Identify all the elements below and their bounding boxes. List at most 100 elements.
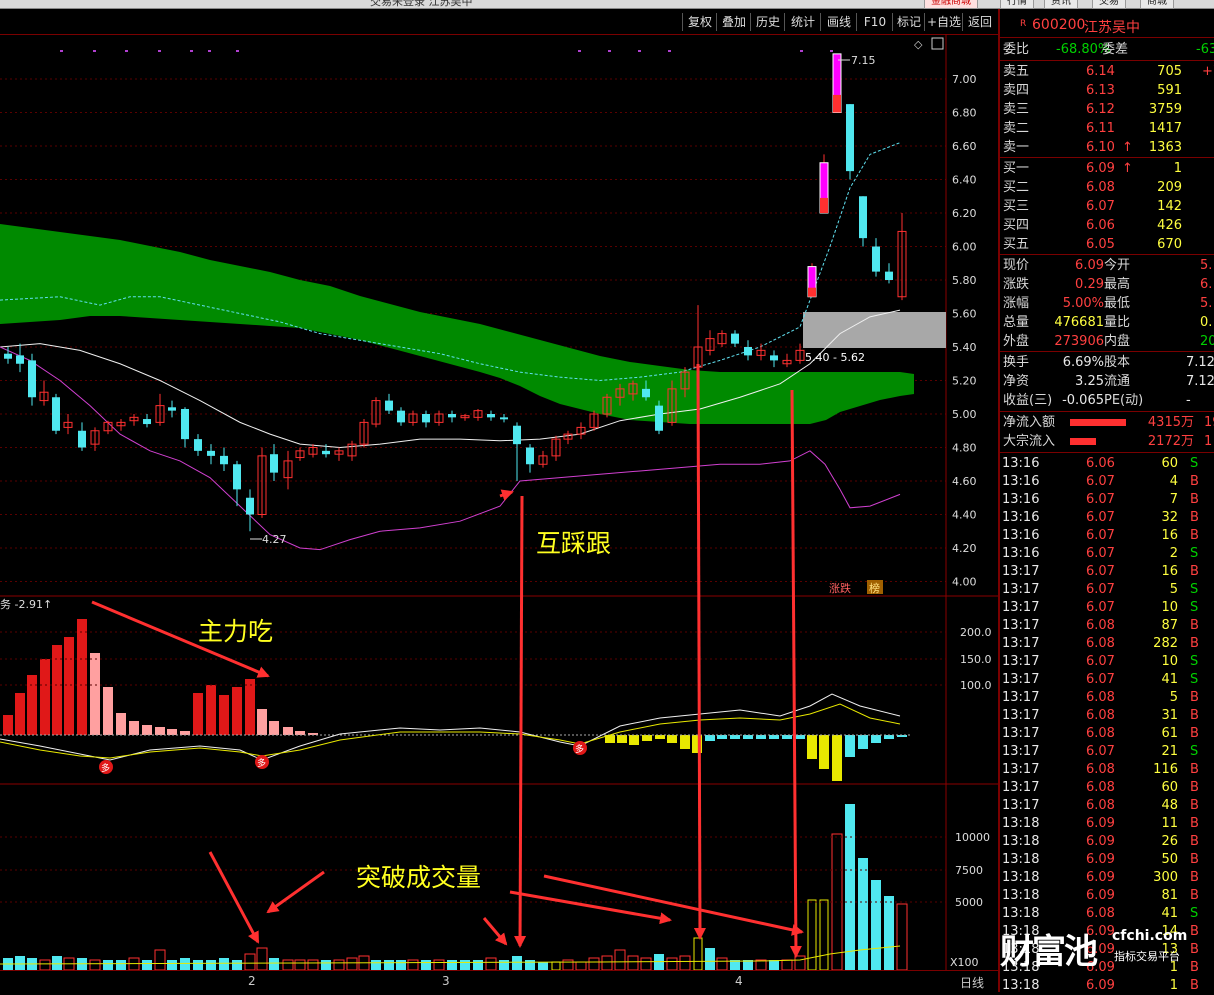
time-axis-bar: 2 3 4 日线 bbox=[0, 970, 998, 993]
toolbar-draw[interactable]: 画线 bbox=[820, 13, 857, 31]
tick-volume: 282 bbox=[1153, 636, 1178, 651]
duo-signal-label: 多 bbox=[575, 743, 584, 755]
stat-row: 收益(三) -0.065 PE(动) - bbox=[1000, 391, 1214, 410]
tick-volume: 50 bbox=[1161, 852, 1178, 867]
volume-bar-up bbox=[433, 959, 445, 970]
volume-bar-down bbox=[871, 880, 881, 970]
tick-volume: 10 bbox=[1161, 600, 1178, 615]
candle-limit-up-base bbox=[808, 287, 816, 297]
volume-bar-up bbox=[89, 959, 101, 970]
indicator-bar bbox=[705, 735, 715, 741]
tick-side: B bbox=[1190, 798, 1199, 813]
price-axis-label: 7.00 bbox=[952, 73, 977, 86]
tick-volume: 300 bbox=[1153, 870, 1178, 885]
volume-bar-up bbox=[640, 957, 652, 970]
kline-chart[interactable]: 多多多 7.006.806.606.406.206.005.805.605.40… bbox=[0, 34, 998, 970]
tick-time: 13:16 bbox=[1002, 528, 1040, 543]
tick-side: B bbox=[1190, 834, 1199, 849]
tick-price: 6.08 bbox=[1086, 762, 1115, 777]
ask-volume: 1363 bbox=[1148, 140, 1182, 155]
tick-volume: 31 bbox=[1161, 708, 1178, 723]
volume-bar-up bbox=[679, 955, 691, 970]
indicator-bar bbox=[680, 735, 690, 749]
tick-time: 13:18 bbox=[1002, 906, 1040, 921]
price-axis-label: 4.60 bbox=[952, 475, 977, 488]
ask-price: 6.13 bbox=[1086, 83, 1115, 98]
toolbar-diejia[interactable]: 叠加 bbox=[716, 13, 751, 31]
x-mark-3: 3 bbox=[442, 974, 450, 988]
toolbar-history[interactable]: 历史 bbox=[750, 13, 785, 31]
tick-price: 6.06 bbox=[1086, 456, 1115, 471]
bid-price: 6.06 bbox=[1086, 218, 1115, 233]
top-button-news[interactable]: 资讯 bbox=[1044, 0, 1078, 9]
toolbar-add-watch[interactable]: +自选 bbox=[924, 13, 963, 31]
stat-row: 总量 476681 量比 0. bbox=[1000, 313, 1214, 332]
ask-volume: 591 bbox=[1157, 83, 1182, 98]
top-button-quote[interactable]: 行情 bbox=[1000, 0, 1034, 9]
tick-side: B bbox=[1190, 636, 1199, 651]
tick-volume: 41 bbox=[1161, 672, 1178, 687]
ask-volume: 705 bbox=[1157, 64, 1182, 79]
toolbar-back[interactable]: 返回 bbox=[962, 13, 997, 31]
volume-bar-up bbox=[601, 955, 613, 970]
toolbar-mark[interactable]: 标记 bbox=[892, 13, 925, 31]
bid-price: 6.08 bbox=[1086, 180, 1115, 195]
price-axis-label: 5.80 bbox=[952, 274, 977, 287]
candle-down bbox=[385, 400, 393, 411]
volume-bar-down bbox=[219, 958, 229, 970]
stat-value: 7.12 bbox=[1186, 374, 1214, 389]
tick-row: 13:17 6.08 60 B bbox=[1000, 778, 1214, 797]
indicator-bar-red bbox=[142, 725, 152, 735]
price-axis-label: 6.60 bbox=[952, 140, 977, 153]
indicator-bar bbox=[795, 735, 805, 739]
volume-axis-label: 5000 bbox=[955, 896, 983, 909]
tick-row: 13:17 6.07 10 S bbox=[1000, 652, 1214, 671]
stat-row: 净资 3.25 流通 7.12 bbox=[1000, 372, 1214, 391]
bid-label: 买四 bbox=[1003, 218, 1030, 233]
stat-value: 6.69% bbox=[1062, 355, 1104, 370]
bid-label: 买二 bbox=[1003, 180, 1030, 195]
ask-tail: +7 bbox=[1202, 64, 1214, 79]
badge-zhangdie[interactable]: 涨跌 bbox=[829, 581, 851, 595]
volume-bar-down bbox=[103, 960, 113, 970]
candle-down bbox=[770, 355, 778, 361]
high-label: 7.15 bbox=[851, 54, 876, 67]
candle-down bbox=[78, 430, 86, 448]
stat-value: 273906 bbox=[1054, 334, 1104, 349]
stat-value: 2027 bbox=[1200, 334, 1214, 349]
tick-volume: 4 bbox=[1169, 474, 1178, 489]
top-button-mall[interactable]: 商城 bbox=[1140, 0, 1174, 9]
top-button-trade[interactable]: 交易 bbox=[1092, 0, 1126, 9]
signal-dots bbox=[60, 50, 833, 52]
annotation-hucaigen: 互踩跟 bbox=[536, 529, 612, 558]
tick-row: 13:17 6.07 5 S bbox=[1000, 580, 1214, 599]
candle-down bbox=[872, 246, 880, 272]
volume-bar-up bbox=[154, 949, 166, 970]
tick-row: 13:17 6.08 48 B bbox=[1000, 796, 1214, 815]
toolbar-fuquan[interactable]: 复权 bbox=[682, 13, 717, 31]
diamond-icon[interactable]: ◇ bbox=[914, 38, 923, 51]
flow-row: 大宗流入 2172万 1 bbox=[1000, 432, 1214, 451]
tick-time: 13:17 bbox=[1002, 654, 1040, 669]
stat-label: 总量 bbox=[1003, 315, 1030, 330]
ask-label: 卖二 bbox=[1003, 121, 1030, 136]
stat-label: 内盘 bbox=[1104, 334, 1131, 349]
indicator-bar bbox=[667, 735, 677, 743]
indicator-bar bbox=[807, 735, 817, 759]
volume-bar-down bbox=[167, 960, 177, 970]
window-toggle-icon[interactable] bbox=[931, 37, 944, 50]
toolbar-f10[interactable]: F10 bbox=[856, 13, 893, 31]
toolbar-stats[interactable]: 统计 bbox=[784, 13, 821, 31]
stat-value: 3.25 bbox=[1075, 374, 1104, 389]
volume-bar-down bbox=[384, 960, 394, 970]
bid-row: 买四 6.06 426 bbox=[1000, 216, 1214, 235]
badge-bang[interactable]: 榜 bbox=[869, 581, 880, 595]
ask-arrow: ↑ bbox=[1122, 140, 1133, 155]
candle-down bbox=[194, 439, 202, 451]
x-mark-4: 4 bbox=[735, 974, 743, 988]
promo-button[interactable]: 金融商城 bbox=[924, 0, 978, 9]
period-label[interactable]: 日线 bbox=[960, 974, 984, 991]
tick-side: B bbox=[1190, 564, 1199, 579]
indicator-bar bbox=[655, 735, 665, 739]
tick-row: 13:17 6.08 31 B bbox=[1000, 706, 1214, 725]
